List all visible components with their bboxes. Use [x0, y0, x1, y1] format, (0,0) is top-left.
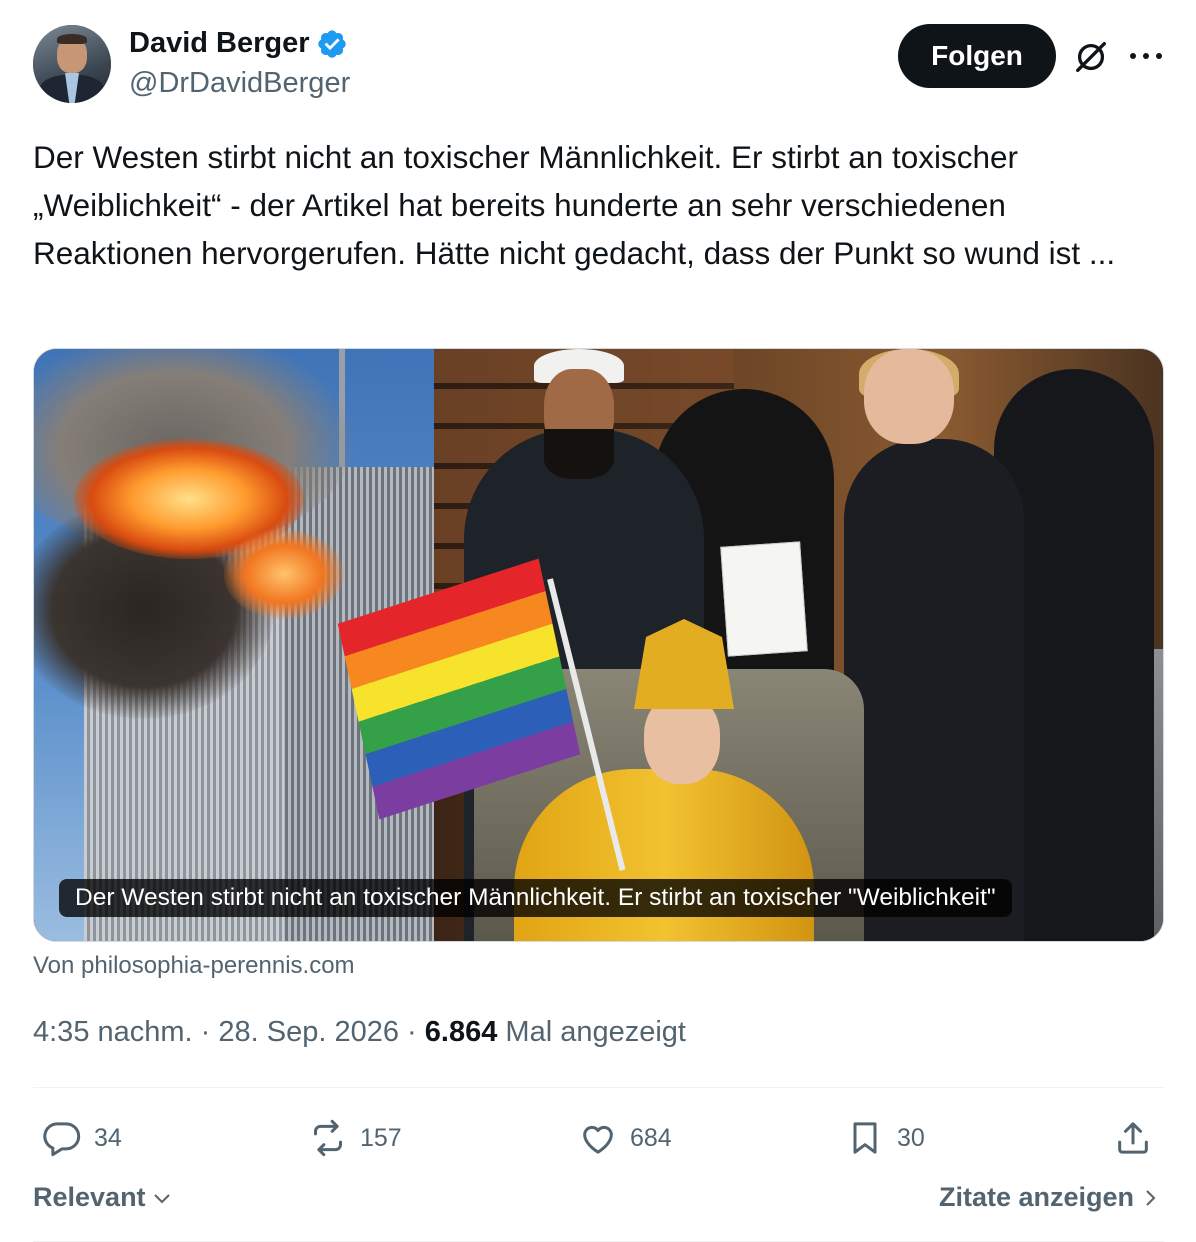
tweet-time[interactable]: 4:35 nachm.	[33, 1016, 193, 1048]
sort-replies-dropdown[interactable]: Relevant	[33, 1182, 174, 1213]
more-icon[interactable]	[1130, 50, 1162, 62]
heart-icon	[583, 1125, 613, 1154]
reply-button[interactable]: 34	[42, 1116, 122, 1160]
tweet-date[interactable]: 28. Sep. 2026	[218, 1016, 399, 1048]
bookmark-button[interactable]: 30	[845, 1116, 925, 1160]
author-name-text[interactable]: David Berger	[129, 27, 310, 60]
author-handle[interactable]: @DrDavidBerger	[129, 67, 350, 100]
view-quotes-link[interactable]: Zitate anzeigen	[939, 1182, 1160, 1213]
repost-button[interactable]: 157	[308, 1116, 402, 1160]
chevron-down-icon	[153, 1193, 170, 1203]
like-count: 684	[630, 1123, 672, 1152]
verified-badge-icon	[317, 29, 346, 58]
bookmark-icon	[853, 1122, 877, 1154]
repost-count: 157	[360, 1123, 402, 1152]
link-card-image[interactable]: Der Westen stirbt nicht an toxischer Män…	[33, 348, 1164, 942]
reply-icon	[43, 1122, 81, 1157]
reply-count: 34	[94, 1123, 122, 1152]
repost-icon	[314, 1119, 342, 1157]
author-name[interactable]: David Berger	[129, 27, 348, 60]
tweet-text: Der Westen stirbt nicht an toxischer Män…	[33, 139, 1116, 271]
follow-button[interactable]: Folgen	[898, 24, 1056, 88]
bookmark-count: 30	[897, 1123, 925, 1152]
chevron-right-icon	[1146, 1189, 1156, 1206]
quotes-label: Zitate anzeigen	[938, 1182, 1134, 1212]
card-caption: Der Westen stirbt nicht an toxischer Män…	[59, 879, 1012, 917]
meta-separator-2: ·	[399, 1016, 425, 1048]
tweet-meta: 4:35 nachm. · 28. Sep. 2026 · 6.864 Mal …	[33, 1016, 686, 1049]
meta-separator: ·	[192, 1016, 219, 1048]
sort-label: Relevant	[33, 1182, 146, 1212]
share-button[interactable]	[1113, 1116, 1153, 1160]
views-label: Mal angezeigt	[497, 1016, 686, 1048]
like-button[interactable]: 684	[578, 1116, 672, 1160]
grok-icon[interactable]	[1072, 38, 1110, 76]
share-icon	[1118, 1122, 1148, 1154]
views-count: 6.864	[424, 1016, 498, 1048]
card-source[interactable]: Von philosophia-perennis.com	[33, 952, 355, 980]
avatar[interactable]	[33, 25, 111, 103]
divider	[33, 1087, 1164, 1088]
